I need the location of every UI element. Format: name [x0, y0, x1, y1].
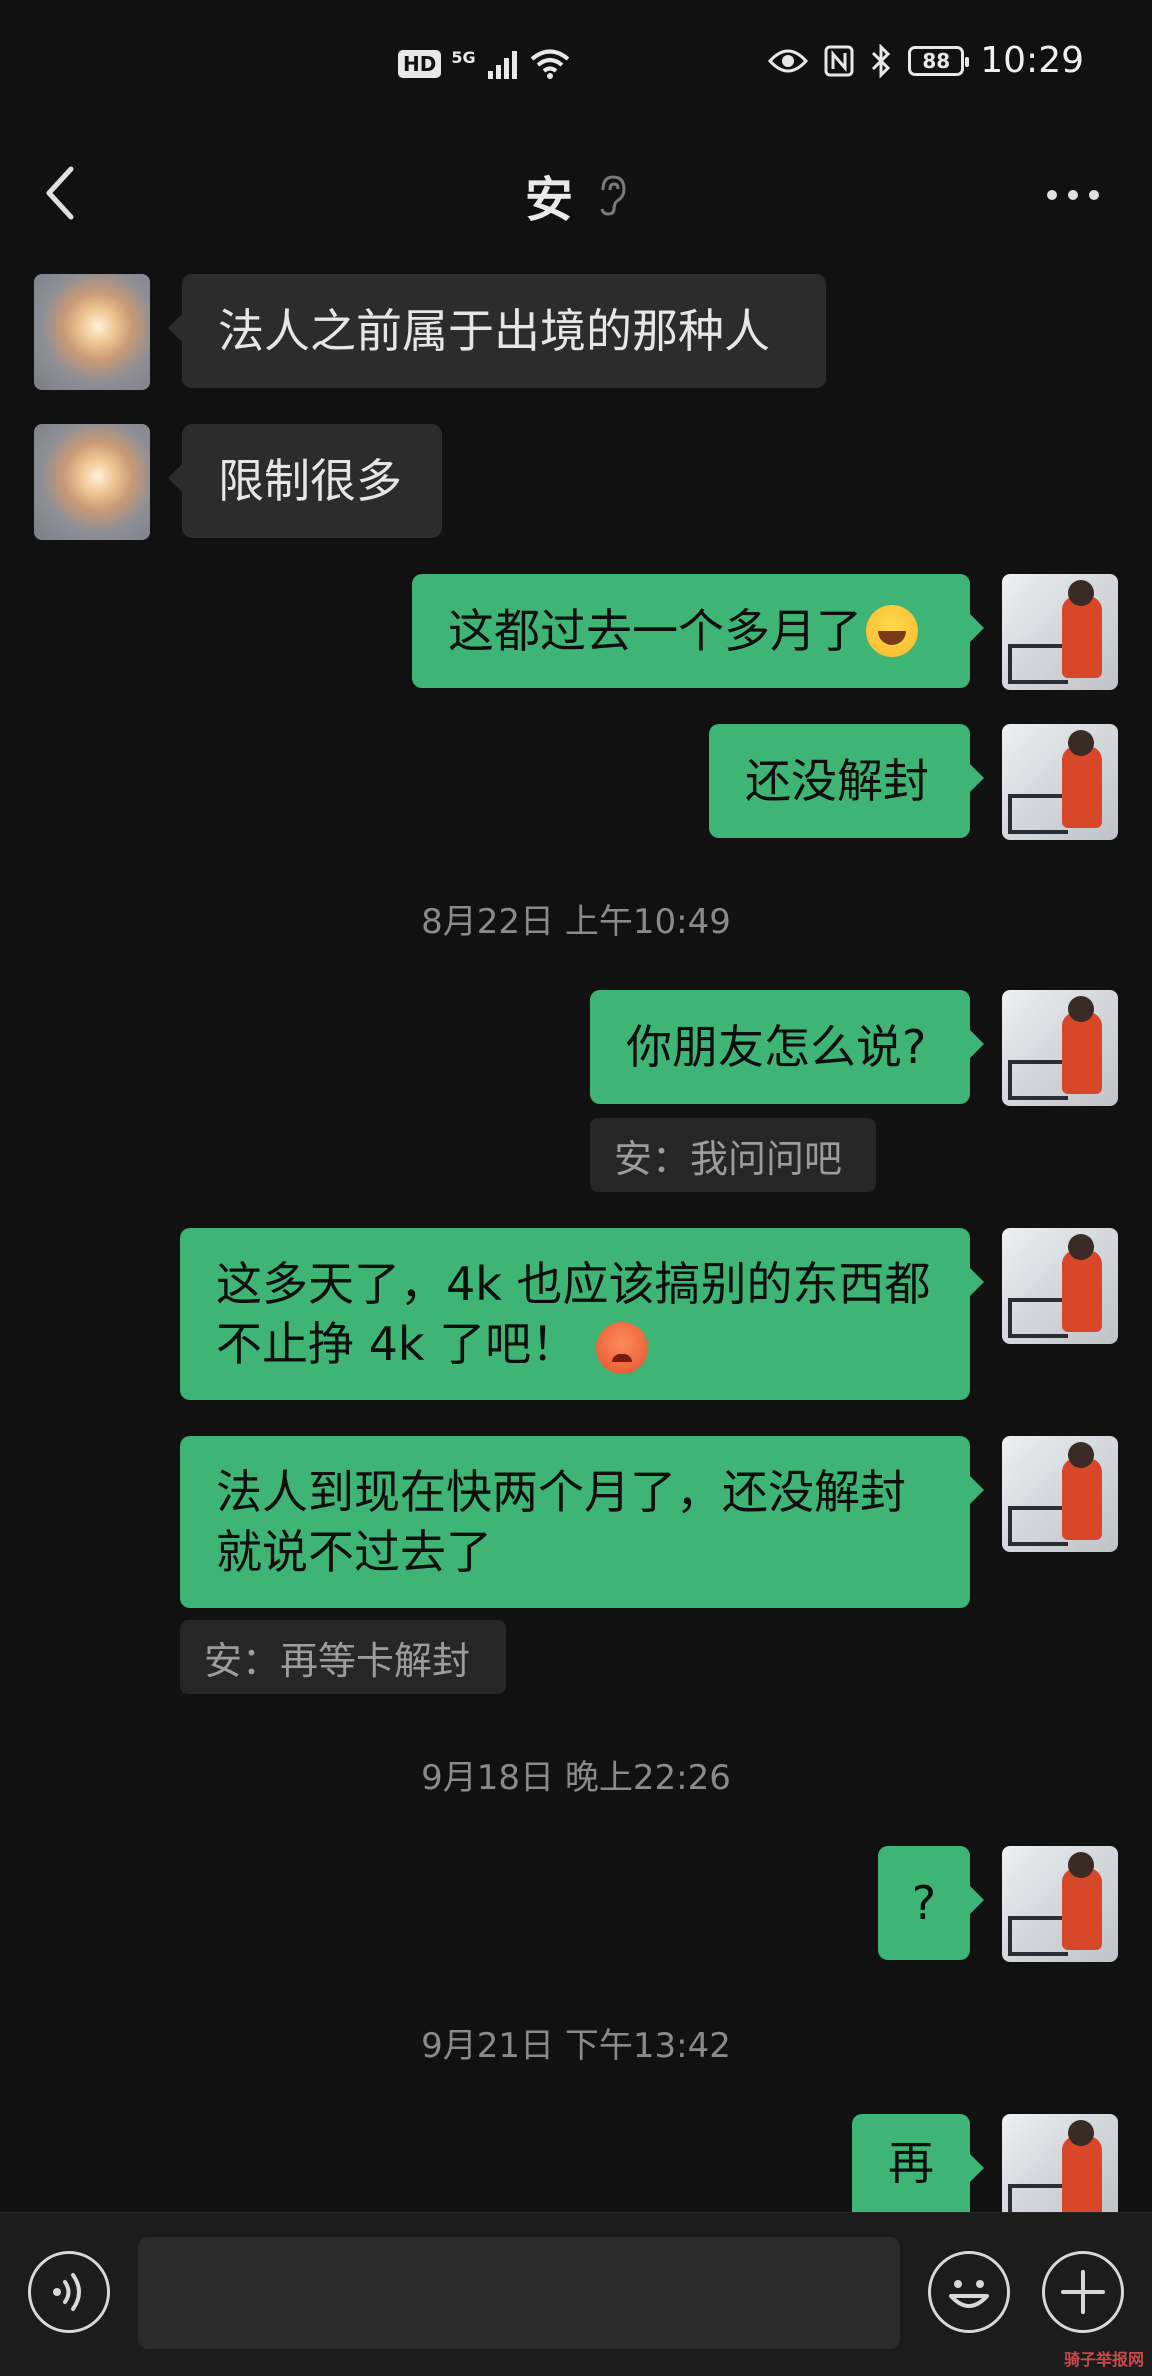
watermark-logo: 骑子举报网	[1063, 2350, 1144, 2369]
user-avatar[interactable]	[1002, 1228, 1118, 1344]
network-type: 5G	[451, 47, 476, 67]
chat-timestamp: 9月21日 下午13:42	[421, 2026, 731, 2066]
quoted-reply[interactable]: 安：我问问吧	[590, 1118, 876, 1192]
message-text: 你朋友怎么说?	[626, 1020, 927, 1074]
message-text-line: 法人到现在快两个月了，还没解封	[216, 1465, 906, 1519]
chat-header: 安	[0, 135, 1152, 255]
message-text-line-with-emoji: 不止挣 4k 了吧！	[216, 1314, 931, 1374]
message-text-block: 这多天了，4k 也应该搞别的东西都 不止挣 4k 了吧！	[216, 1254, 931, 1374]
status-right: 88 10:29	[768, 40, 1084, 81]
ear-icon	[600, 175, 626, 216]
message-text-line: 这多天了，4k 也应该搞别的东西都	[216, 1257, 931, 1311]
message-bubble-outgoing[interactable]: 这都过去一个多月了	[412, 574, 984, 688]
chat-timestamp: 8月22日 上午10:49	[421, 902, 731, 942]
back-button[interactable]	[30, 153, 90, 233]
status-left: HD 5G	[398, 48, 570, 80]
smiley-icon	[949, 2280, 989, 2308]
contact-avatar[interactable]	[34, 274, 150, 390]
message-bubble-outgoing[interactable]: 还没解封	[709, 724, 984, 838]
signal-icon	[487, 51, 517, 79]
voice-wave-icon	[53, 2273, 81, 2311]
more-dots-icon	[1047, 190, 1099, 200]
message-input[interactable]	[138, 2237, 900, 2349]
message-bubble-incoming[interactable]: 法人之前属于出境的那种人	[168, 274, 826, 388]
more-functions-button[interactable]	[1042, 2251, 1124, 2333]
message-bubble-outgoing[interactable]: 这多天了，4k 也应该搞别的东西都 不止挣 4k 了吧！	[180, 1228, 984, 1400]
quoted-reply[interactable]: 安：再等卡解封	[180, 1620, 506, 1694]
user-avatar[interactable]	[1002, 574, 1118, 690]
message-bubble-incoming[interactable]: 限制很多	[168, 424, 442, 538]
message-text-line: 不止挣 4k 了吧！	[216, 1317, 578, 1371]
message-text: 再	[888, 2136, 934, 2190]
message-text: 还没解封	[745, 754, 929, 808]
message-text: 法人之前属于出境的那种人	[218, 304, 770, 358]
message-bubble-outgoing[interactable]: ?	[878, 1846, 984, 1960]
eye-icon	[768, 49, 809, 72]
battery-icon: 88	[908, 45, 970, 76]
chat-timestamp: 9月18日 晚上22:26	[421, 1758, 731, 1798]
message-bubble-outgoing[interactable]: 法人到现在快两个月了，还没解封 就说不过去了	[180, 1436, 984, 1608]
user-avatar[interactable]	[1002, 1436, 1118, 1552]
user-avatar[interactable]	[1002, 990, 1118, 1106]
hd-badge: HD	[398, 50, 442, 78]
user-avatar[interactable]	[1002, 724, 1118, 840]
message-bubble-outgoing[interactable]: 你朋友怎么说?	[590, 990, 984, 1104]
chat-title: 安	[0, 135, 1152, 255]
emoji-button[interactable]	[928, 2251, 1010, 2333]
bluetooth-icon	[872, 43, 891, 78]
user-avatar[interactable]	[1002, 1846, 1118, 1962]
message-text: 限制很多	[218, 454, 402, 508]
plus-icon	[1061, 2270, 1105, 2314]
chevron-left-icon	[46, 166, 74, 220]
laughing-tears-emoji-icon	[866, 605, 918, 657]
more-options-button[interactable]	[1038, 165, 1108, 225]
user-avatar[interactable]	[1002, 2114, 1118, 2212]
message-text: ?	[911, 1876, 937, 1930]
clock: 10:29	[980, 40, 1084, 81]
input-bar: 骑子举报网	[0, 2212, 1152, 2376]
message-text-block: 法人到现在快两个月了，还没解封 就说不过去了	[216, 1462, 906, 1582]
status-bar: HD 5G 88 10:29	[0, 0, 1152, 135]
nfc-icon	[824, 45, 854, 76]
message-text-line: 就说不过去了	[216, 1525, 492, 1579]
battery-level: 88	[922, 48, 951, 73]
contact-avatar[interactable]	[34, 424, 150, 540]
voice-input-button[interactable]	[28, 2251, 110, 2333]
wifi-icon	[530, 49, 569, 79]
angry-sweat-emoji-icon	[595, 1321, 648, 1374]
contact-name: 安	[524, 172, 573, 228]
message-text: 这都过去一个多月了	[448, 604, 862, 658]
message-bubble-outgoing[interactable]: 再	[852, 2114, 984, 2212]
